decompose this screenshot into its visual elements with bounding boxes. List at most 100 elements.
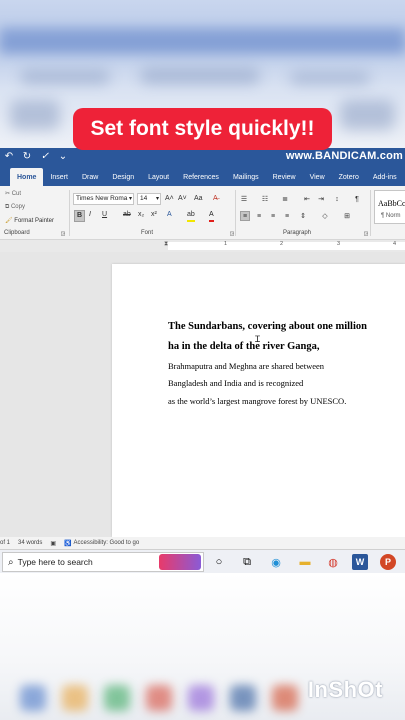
justify-icon[interactable]: ≡ xyxy=(282,211,292,221)
font-name-combobox[interactable]: Times New Roma ▾ xyxy=(73,193,134,205)
format-painter-label: Format Painter xyxy=(14,218,54,224)
word-icon[interactable]: W xyxy=(352,554,368,570)
align-right-icon[interactable]: ≡ xyxy=(268,211,278,221)
grow-font-button[interactable]: A˄ xyxy=(165,194,174,204)
tab-layout[interactable]: Layout xyxy=(141,168,176,186)
undo-icon[interactable]: ↶ xyxy=(3,151,15,163)
tab-zotero[interactable]: Zotero xyxy=(332,168,366,186)
ruler-number: 4 xyxy=(393,241,397,247)
separator xyxy=(370,190,371,236)
cut-button[interactable]: ✂ Cut xyxy=(5,190,21,197)
copy-label: Copy xyxy=(10,204,25,210)
blurred-background-bottom: InShOt xyxy=(0,573,405,720)
format-painter-button[interactable]: 🖌 Format Painter xyxy=(5,217,54,224)
italic-button[interactable]: I xyxy=(89,210,91,220)
clipboard-launcher-icon[interactable]: ◲ xyxy=(58,229,68,239)
customize-toolbar-icon[interactable]: ⌄ xyxy=(57,151,69,163)
autosave-icon[interactable]: ✓ xyxy=(39,151,51,163)
taskbar-search-box[interactable]: ⌕ Type here to search xyxy=(2,552,204,572)
font-size-combobox[interactable]: 14 ▾ xyxy=(137,193,161,205)
subscript-button[interactable]: x₂ xyxy=(138,210,144,220)
page-count[interactable]: of 1 xyxy=(0,540,10,546)
style-normal-label: ¶ Norm xyxy=(381,213,401,219)
ribbon-home: ✂ Cut ⧉ Copy 🖌 Format Painter Clipboard … xyxy=(0,186,405,240)
document-area: The Sundarbans, covering about one milli… xyxy=(0,252,405,537)
copy-button[interactable]: ⧉ Copy xyxy=(5,204,25,211)
doc-line[interactable]: ha in the delta of the river Ganga, xyxy=(168,341,319,352)
sort-icon[interactable]: ↕ xyxy=(332,194,342,204)
ruler-number: 1 xyxy=(224,241,228,247)
chevron-down-icon: ▾ xyxy=(155,196,159,202)
tab-view[interactable]: View xyxy=(303,168,332,186)
tab-review[interactable]: Review xyxy=(266,168,303,186)
task-view-icon[interactable]: ⧉ xyxy=(238,553,256,571)
ruler-white-area xyxy=(168,242,405,250)
doc-line[interactable]: as the world’s largest mangrove forest b… xyxy=(168,396,346,406)
tab-mailings[interactable]: Mailings xyxy=(226,168,266,186)
tab-add-ins[interactable]: Add-ins xyxy=(366,168,404,186)
underline-button[interactable]: U xyxy=(102,210,107,220)
numbering-icon[interactable]: ☷ xyxy=(260,194,270,204)
search-icon: ⌕ xyxy=(8,556,14,568)
decrease-indent-icon[interactable]: ⇤ xyxy=(302,194,312,204)
powerpoint-icon[interactable]: P xyxy=(380,554,396,570)
line-spacing-icon[interactable]: ⇕ xyxy=(298,211,308,221)
file-explorer-icon[interactable]: ▬ xyxy=(296,553,314,571)
paintbrush-icon: 🖌 xyxy=(5,218,13,224)
font-size-value: 14 xyxy=(140,195,148,202)
font-name-value: Times New Roma xyxy=(76,195,128,202)
cut-label: Cut xyxy=(11,191,22,197)
style-normal-tile[interactable]: AaBbCc ¶ Norm xyxy=(374,190,405,224)
clear-formatting-icon[interactable]: A̶ xyxy=(213,194,218,204)
tab-home[interactable]: Home xyxy=(10,168,44,186)
tab-draw[interactable]: Draw xyxy=(75,168,105,186)
cortana-icon[interactable]: ○ xyxy=(210,553,228,571)
separator xyxy=(69,190,70,236)
status-bar: of 1 34 words ▣ ♿ Accessibility: Good to… xyxy=(0,537,405,549)
shrink-font-button[interactable]: A˅ xyxy=(178,194,187,204)
strikethrough-button[interactable]: ab xyxy=(123,210,131,220)
chrome-icon[interactable]: ◍ xyxy=(324,553,342,571)
align-center-icon[interactable]: ≡ xyxy=(254,211,264,221)
accessibility-status[interactable]: Accessibility: Good to go xyxy=(74,540,140,546)
clipboard-group-label: Clipboard xyxy=(4,230,30,236)
show-formatting-button[interactable]: ¶ xyxy=(352,194,362,204)
text-effects-icon[interactable]: A xyxy=(167,210,172,220)
redo-icon[interactable]: ↻ xyxy=(21,151,33,163)
ruler-number: 3 xyxy=(337,241,341,247)
borders-icon[interactable]: ⊞ xyxy=(342,211,352,221)
bold-button[interactable]: B xyxy=(74,210,85,222)
search-placeholder: Type here to search xyxy=(17,557,93,567)
separator xyxy=(235,190,236,236)
font-color-icon[interactable]: A xyxy=(209,210,214,222)
align-left-icon[interactable]: ≡ xyxy=(240,211,250,221)
tab-design[interactable]: Design xyxy=(105,168,141,186)
edge-icon[interactable]: ◉ xyxy=(267,553,285,571)
change-case-button[interactable]: Aa xyxy=(194,194,203,204)
doc-line[interactable]: The Sundarbans, covering about one milli… xyxy=(168,321,367,332)
indent-marker-icon[interactable]: ⧗ xyxy=(164,241,168,248)
search-highlight-icon xyxy=(159,554,201,570)
multilevel-list-icon[interactable]: ≣ xyxy=(280,194,290,204)
doc-line[interactable]: Bangladesh and India and is recognized xyxy=(168,378,303,388)
proofing-icon[interactable]: ▣ xyxy=(50,540,56,547)
horizontal-ruler: 1 2 3 4 ⧗ xyxy=(0,240,405,252)
style-preview-text: AaBbCc xyxy=(378,199,405,208)
superscript-button[interactable]: x² xyxy=(151,210,157,220)
increase-indent-icon[interactable]: ⇥ xyxy=(316,194,326,204)
caption-banner: Set font style quickly!! xyxy=(73,108,332,150)
document-page[interactable]: The Sundarbans, covering about one milli… xyxy=(112,264,405,537)
word-count[interactable]: 34 words xyxy=(18,540,42,546)
ibeam-cursor-icon: Ɪ xyxy=(255,334,261,344)
ruler-number: 2 xyxy=(280,241,284,247)
accessibility-icon: ♿ xyxy=(64,540,72,547)
shading-icon[interactable]: ◇ xyxy=(320,211,330,221)
highlight-color-icon[interactable]: ab xyxy=(187,210,195,222)
title-bar: ↶ ↻ ✓ ⌄ www.BANDICAM.com xyxy=(0,148,405,166)
bandicam-watermark: www.BANDICAM.com xyxy=(285,150,403,162)
doc-line[interactable]: Brahmaputra and Meghna are shared betwee… xyxy=(168,361,324,371)
inshot-watermark: InShOt xyxy=(307,677,383,702)
tab-insert[interactable]: Insert xyxy=(43,168,75,186)
tab-references[interactable]: References xyxy=(176,168,226,186)
bullets-icon[interactable]: ☰ xyxy=(239,194,249,204)
